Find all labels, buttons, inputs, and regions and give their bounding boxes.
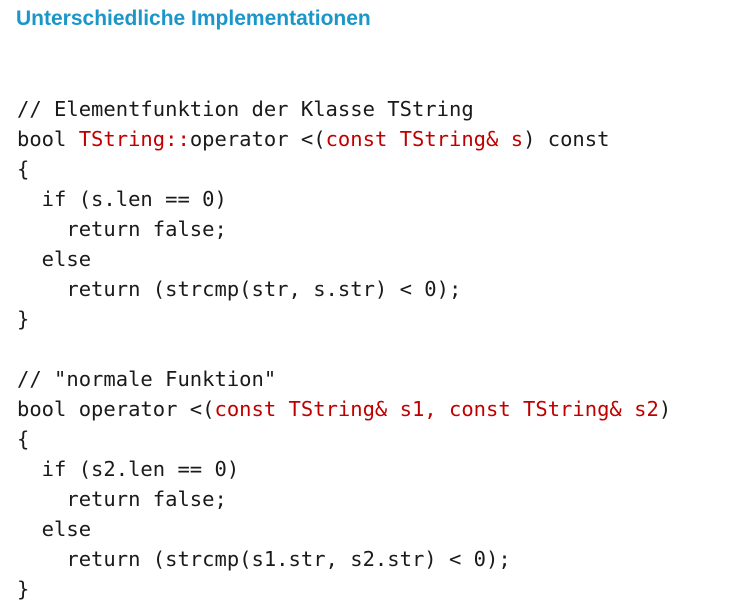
- code-line: return false;: [17, 484, 671, 514]
- code-token: }: [17, 577, 30, 601]
- code-line: // "normale Funktion": [17, 364, 671, 394]
- code-token: if (s.len == 0): [17, 187, 227, 211]
- code-line: {: [17, 154, 671, 184]
- code-token: return (strcmp(str, s.str) < 0);: [17, 277, 462, 301]
- code-line: return (strcmp(s1.str, s2.str) < 0);: [17, 544, 671, 574]
- code-line: if (s2.len == 0): [17, 454, 671, 484]
- code-token: ): [658, 397, 672, 421]
- code-line: // Elementfunktion der Klasse TString: [17, 94, 671, 124]
- code-token: else: [17, 517, 92, 541]
- code-token: bool: [17, 127, 79, 151]
- code-token: ) const: [523, 127, 610, 151]
- code-token: return (strcmp(s1.str, s2.str) < 0);: [17, 547, 511, 571]
- code-line: else: [17, 514, 671, 544]
- code-token: else: [17, 247, 92, 271]
- code-token-highlight: const TString& s1, const TString& s2: [214, 397, 659, 421]
- code-token: return false;: [17, 217, 227, 241]
- code-line: return (strcmp(str, s.str) < 0);: [17, 274, 671, 304]
- code-line: if (s.len == 0): [17, 184, 671, 214]
- slide-title: Unterschiedliche Implementationen: [16, 7, 371, 30]
- code-line: {: [17, 424, 671, 454]
- code-token: if (s2.len == 0): [17, 457, 240, 481]
- code-line: }: [17, 304, 671, 334]
- code-line: }: [17, 574, 671, 604]
- code-line: bool TString::operator <(const TString& …: [17, 124, 671, 154]
- code-token-highlight: TString::: [78, 127, 190, 151]
- code-token: operator <(: [189, 127, 326, 151]
- code-line: else: [17, 244, 671, 274]
- code-token-highlight: const TString& s: [325, 127, 524, 151]
- code-line: bool operator <(const TString& s1, const…: [17, 394, 671, 424]
- code-token: bool operator <(: [17, 397, 215, 421]
- code-token: }: [17, 307, 30, 331]
- code-line: return false;: [17, 214, 671, 244]
- code-token: {: [17, 157, 30, 181]
- code-token: {: [17, 427, 30, 451]
- code-block: // Elementfunktion der Klasse TString boo…: [17, 94, 671, 604]
- code-token: // "normale Funktion": [17, 367, 277, 391]
- code-token: // Elementfunktion der Klasse TString: [17, 97, 474, 121]
- code-token: return false;: [17, 487, 227, 511]
